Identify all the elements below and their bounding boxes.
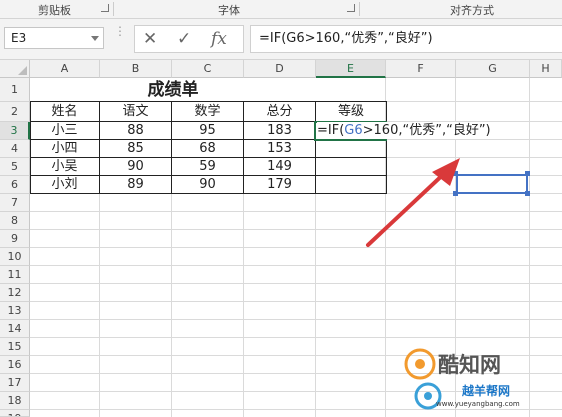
table-cell[interactable]: 59 — [172, 158, 243, 175]
row-header-5[interactable]: 5 — [0, 158, 30, 176]
row-header-6[interactable]: 6 — [0, 176, 30, 194]
formula-bar: E3 ⋮ ✕ ✓ fx =IF(G6>160,“优秀”,“良好”) — [0, 19, 562, 60]
table-header-chinese[interactable]: 语文 — [100, 102, 171, 121]
inline-formula-editor[interactable]: =IF(G6>160,“优秀”,“良好”) — [317, 122, 491, 139]
table-cell[interactable]: 89 — [100, 176, 171, 193]
table-cell[interactable]: 小刘 — [30, 176, 99, 193]
row-header-17[interactable]: 17 — [0, 374, 30, 392]
watermark-brand: 酷知网 — [438, 353, 501, 377]
column-header-f[interactable]: F — [386, 60, 456, 78]
table-cell[interactable]: 85 — [100, 140, 171, 157]
table-cell[interactable]: 小四 — [30, 140, 99, 157]
row-header-10[interactable]: 10 — [0, 248, 30, 266]
formula-cell-reference: G6 — [344, 123, 363, 138]
gridline — [30, 319, 562, 320]
font-launcher-icon[interactable] — [347, 4, 355, 12]
column-header-c[interactable]: C — [172, 60, 244, 78]
row-header-16[interactable]: 16 — [0, 356, 30, 374]
watermark-brand-secondary: 越羊帮网 — [462, 384, 511, 398]
ribbon-group-clipboard: 剪贴板 — [38, 4, 71, 17]
row-header-19[interactable]: 19 — [0, 410, 30, 417]
clipboard-launcher-icon[interactable] — [101, 4, 109, 12]
resize-handle[interactable] — [525, 171, 530, 176]
row-header-18[interactable]: 18 — [0, 392, 30, 410]
table-cell[interactable]: 153 — [244, 140, 315, 157]
table-cell[interactable]: 88 — [100, 122, 171, 139]
row-header-3[interactable]: 3 — [0, 122, 30, 140]
table-cell[interactable]: 149 — [244, 158, 315, 175]
gridline — [30, 301, 562, 302]
name-box[interactable]: E3 — [4, 27, 104, 49]
table-header-name[interactable]: 姓名 — [30, 102, 99, 121]
column-header-b[interactable]: B — [100, 60, 172, 78]
row-header-7[interactable]: 7 — [0, 194, 30, 212]
resize-handle[interactable] — [525, 191, 530, 196]
gridline — [30, 265, 562, 266]
worksheet-grid[interactable]: A B C D E F G H 1 2 3 4 5 6 7 8 9 10 11 … — [0, 60, 562, 417]
ribbon-group-labels: 剪贴板 字体 对齐方式 — [0, 0, 562, 19]
column-header-g[interactable]: G — [456, 60, 530, 78]
row-header-9[interactable]: 9 — [0, 230, 30, 248]
formula-input[interactable]: =IF(G6>160,“优秀”,“良好”) — [250, 25, 562, 53]
gridline — [30, 211, 562, 212]
gridline — [30, 247, 562, 248]
table-cell[interactable]: 90 — [172, 176, 243, 193]
row-header-1[interactable]: 1 — [0, 78, 30, 102]
insert-function-icon[interactable]: fx — [211, 29, 227, 49]
ribbon-group-alignment: 对齐方式 — [450, 4, 494, 17]
row-header-13[interactable]: 13 — [0, 302, 30, 320]
table-cell[interactable]: 68 — [172, 140, 243, 157]
table-cell[interactable]: 小吴 — [30, 158, 99, 175]
name-box-value: E3 — [11, 31, 27, 45]
row-header-8[interactable]: 8 — [0, 212, 30, 230]
table-cell[interactable]: 179 — [244, 176, 315, 193]
formula-suffix: >160,“优秀”,“良好”) — [362, 123, 491, 138]
column-header-d[interactable]: D — [244, 60, 316, 78]
table-title[interactable]: 成绩单 — [30, 78, 316, 102]
row-header-15[interactable]: 15 — [0, 338, 30, 356]
ribbon-separator — [113, 2, 114, 16]
row-header-2[interactable]: 2 — [0, 102, 30, 122]
watermark-url: www.yueyangbang.com — [436, 400, 520, 408]
chevron-down-icon[interactable] — [91, 36, 99, 41]
column-header-e[interactable]: E — [316, 60, 386, 78]
enter-icon[interactable]: ✓ — [177, 29, 191, 49]
table-header-grade[interactable]: 等级 — [316, 102, 386, 121]
gridline — [30, 283, 562, 284]
formula-prefix: =IF( — [317, 123, 345, 138]
table-cell[interactable]: 小三 — [30, 122, 99, 139]
row-header-11[interactable]: 11 — [0, 266, 30, 284]
ribbon-group-font: 字体 — [218, 4, 240, 17]
formula-bar-buttons: ✕ ✓ fx — [134, 25, 244, 53]
column-header-a[interactable]: A — [30, 60, 100, 78]
table-cell[interactable]: 90 — [100, 158, 171, 175]
cancel-icon[interactable]: ✕ — [143, 29, 157, 49]
table-cell[interactable]: 183 — [244, 122, 315, 139]
ribbon-separator — [359, 2, 360, 16]
table-header-total[interactable]: 总分 — [244, 102, 315, 121]
row-header-14[interactable]: 14 — [0, 320, 30, 338]
gridline — [30, 229, 562, 230]
annotation-arrow-icon — [366, 158, 460, 247]
table-cell[interactable]: 95 — [172, 122, 243, 139]
row-header-4[interactable]: 4 — [0, 140, 30, 158]
formula-bar-grip-icon[interactable]: ⋮ — [114, 25, 126, 37]
column-header-h[interactable]: H — [530, 60, 562, 78]
select-all-corner[interactable] — [0, 60, 30, 78]
row-header-12[interactable]: 12 — [0, 284, 30, 302]
table-header-math[interactable]: 数学 — [172, 102, 243, 121]
